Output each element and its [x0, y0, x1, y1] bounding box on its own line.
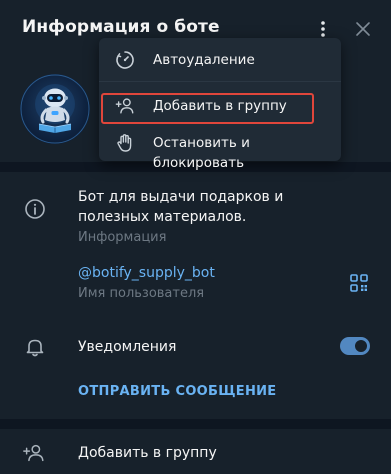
- qr-code-button[interactable]: [347, 271, 371, 295]
- page-title: Информация о боте: [22, 17, 220, 37]
- username-caption: Имя пользователя: [78, 286, 205, 301]
- toggle-knob: [353, 338, 369, 354]
- avatar[interactable]: [20, 74, 90, 144]
- menu-separator: [99, 81, 341, 82]
- qr-code-icon: [350, 274, 368, 292]
- menu-item-label: Остановить и блокировать: [153, 135, 250, 171]
- notifications-toggle[interactable]: [340, 337, 370, 355]
- highlight-box: [101, 93, 314, 124]
- info-icon: [23, 197, 47, 221]
- add-user-icon: [22, 441, 46, 465]
- hand-stop-icon: [115, 133, 135, 153]
- more-vertical-icon: [321, 21, 325, 37]
- add-to-group-row[interactable]: Добавить в группу: [0, 430, 391, 474]
- menu-item-auto-delete[interactable]: Автоудаление: [99, 43, 341, 77]
- section-divider: [0, 419, 391, 429]
- menu-item-stop-and-block[interactable]: Остановить и блокировать: [99, 126, 341, 171]
- send-message-button[interactable]: ОТПРАВИТЬ СООБЩЕНИЕ: [78, 384, 277, 399]
- description-caption: Информация: [78, 230, 167, 245]
- bell-icon: [23, 335, 47, 359]
- close-icon: [356, 22, 370, 36]
- bot-description: Бот для выдачи подарков и полезных матер…: [78, 189, 284, 225]
- notifications-label: Уведомления: [78, 339, 177, 355]
- timer-icon: [115, 50, 135, 70]
- bot-username[interactable]: @botify_supply_bot: [78, 263, 215, 283]
- bot-info-panel: Информация о боте Бот для выдачи подарко…: [0, 0, 391, 474]
- close-button[interactable]: [350, 16, 376, 42]
- add-to-group-label: Добавить в группу: [78, 445, 217, 461]
- menu-item-label: Автоудаление: [153, 52, 255, 68]
- robot-avatar: [20, 74, 90, 144]
